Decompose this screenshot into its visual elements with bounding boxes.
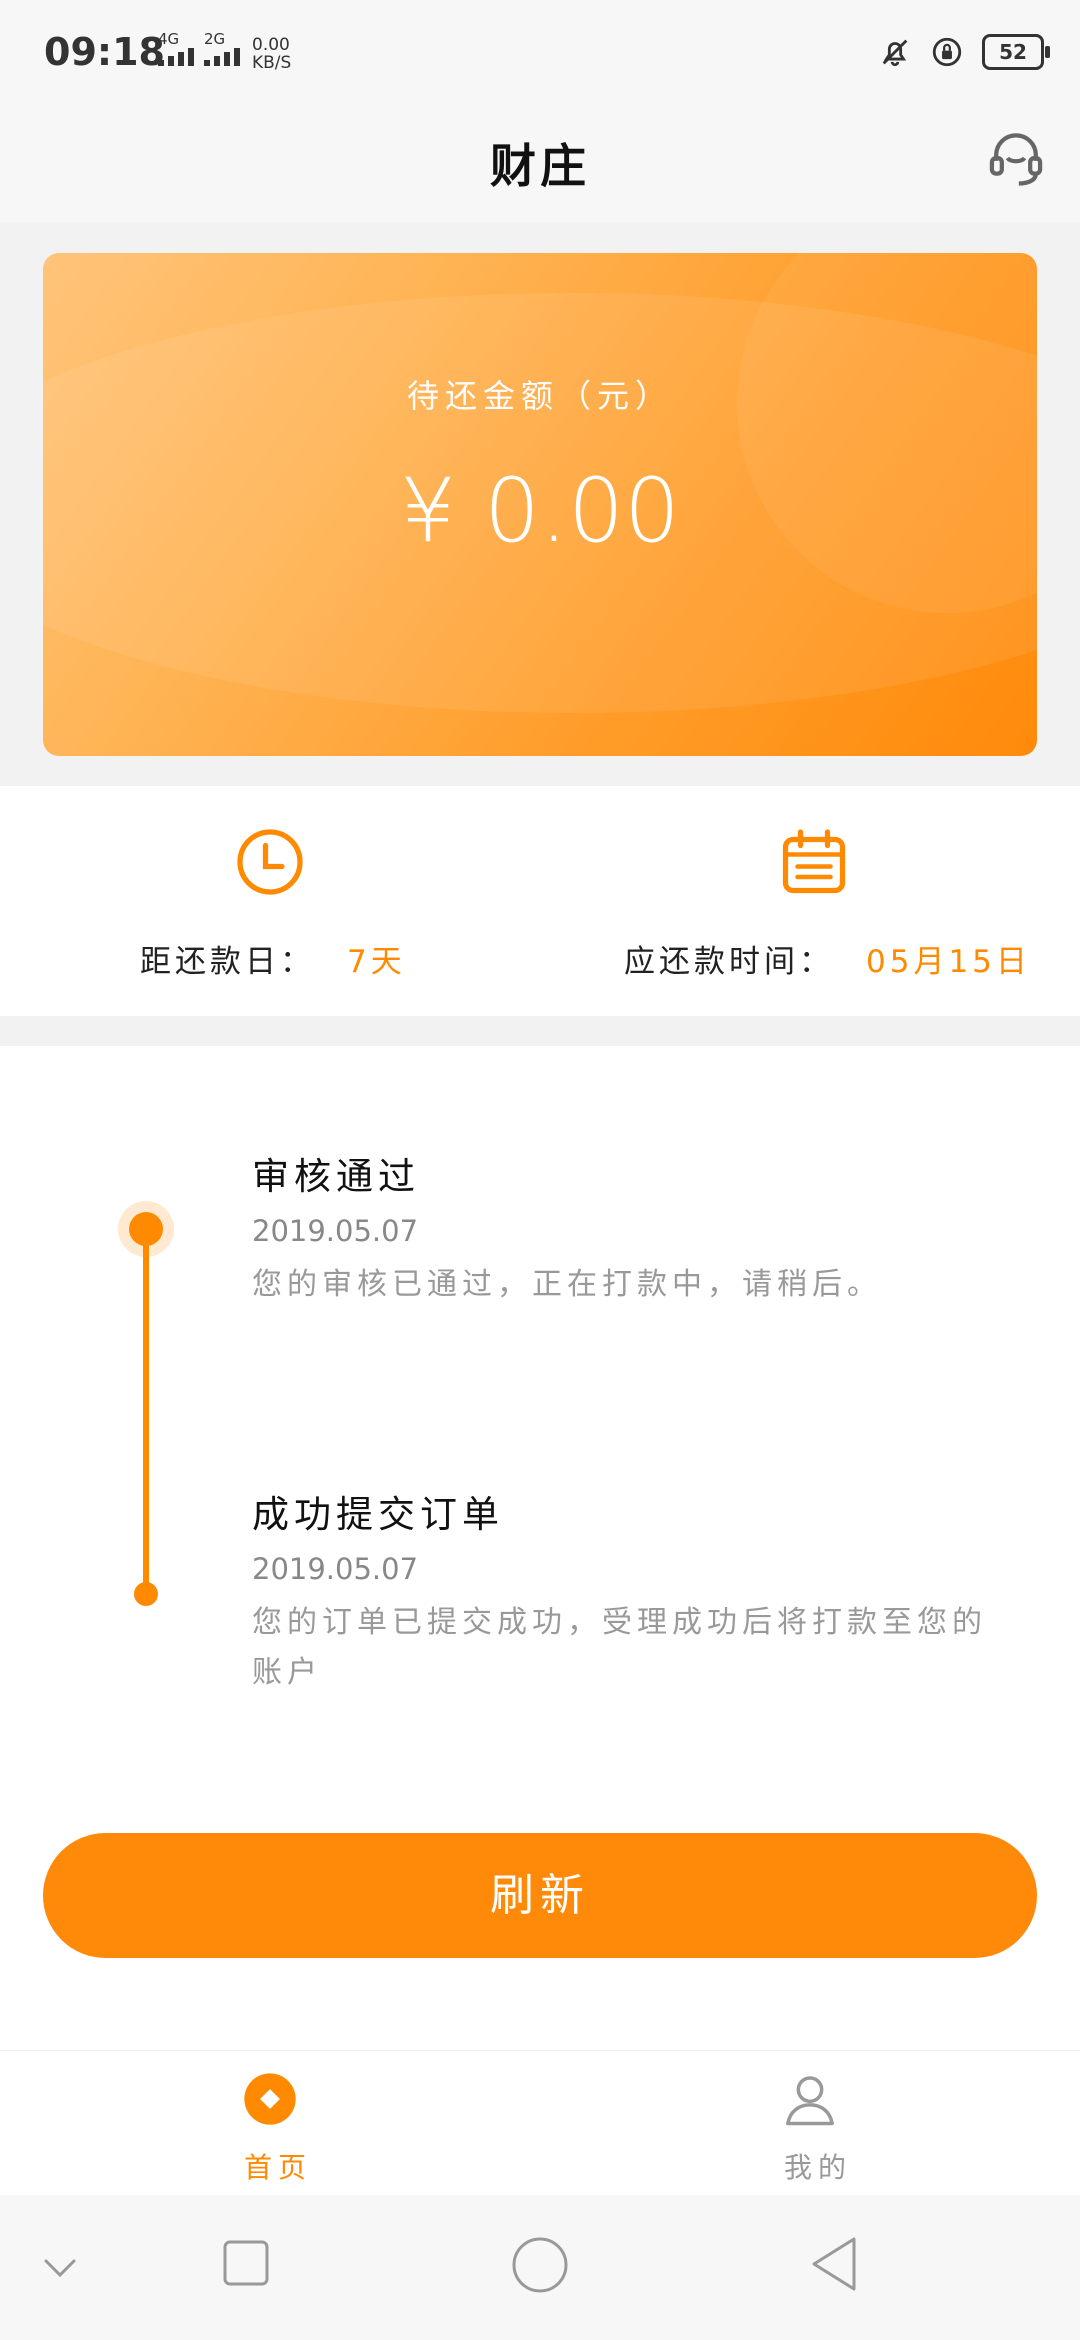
tab-home-label: 首页	[243, 2151, 312, 2184]
user-icon	[786, 2076, 834, 2126]
rotation-lock-icon	[932, 37, 962, 67]
network-type-1: 4G	[158, 30, 180, 48]
bottom-tab-bar: 首页 我的	[0, 2050, 1080, 2196]
days-value: 7天	[347, 944, 406, 980]
amount-card: 待还金额（元） ¥ 0.00	[43, 253, 1037, 756]
timeline-step-title: 成功提交订单	[252, 1493, 504, 1536]
status-time: 09:18	[44, 30, 165, 74]
network-type-2: 2G	[204, 30, 226, 48]
page-title: 财庄	[490, 139, 590, 193]
days-remaining: 距还款日： 7天	[0, 786, 540, 1016]
home-coin-icon	[244, 2073, 296, 2125]
chevron-down-icon[interactable]	[40, 2253, 80, 2283]
tab-mine[interactable]: 我的	[540, 2051, 1080, 2196]
timeline-line	[143, 1232, 149, 1592]
system-nav-bar	[0, 2195, 1080, 2340]
signal-icon	[158, 48, 194, 66]
timeline-step-date: 2019.05.07	[252, 1552, 419, 1586]
speed-value: 0.00	[252, 35, 290, 55]
home-nav-icon[interactable]	[510, 2235, 570, 2295]
amount-label: 待还金额（元）	[406, 377, 673, 415]
timeline-step-title: 审核通过	[252, 1155, 420, 1198]
timeline-step-desc: 您的订单已提交成功，受理成功后将打款至您的账户	[252, 1605, 987, 1690]
due-label: 应还款时间：	[624, 944, 834, 980]
calendar-icon	[782, 829, 846, 894]
due-date: 应还款时间： 05月15日	[540, 786, 1080, 1016]
speed-unit: KB/S	[252, 53, 292, 73]
title-bar: 财庄	[0, 110, 1080, 222]
repayment-info-panel: 距还款日： 7天 应还款时间： 05月15日	[0, 786, 1080, 1016]
timeline-step-desc: 您的审核已通过，正在打款中，请稍后。	[252, 1267, 882, 1302]
back-icon[interactable]	[808, 2235, 860, 2293]
amount-value: ¥ 0.00	[400, 459, 680, 562]
battery-icon: 52	[982, 34, 1050, 70]
status-bar: 09:18 4G 2G 0.00 KB/S 52	[0, 0, 1080, 110]
days-label: 距还款日：	[140, 944, 315, 980]
due-value: 05月15日	[866, 944, 1031, 980]
clock-icon	[237, 829, 303, 895]
mute-bell-icon	[882, 39, 908, 67]
headset-icon[interactable]	[982, 124, 1050, 192]
tab-home[interactable]: 首页	[0, 2051, 540, 2196]
timeline-step-date: 2019.05.07	[252, 1214, 419, 1248]
network-indicators: 4G 2G	[158, 30, 240, 66]
timeline-dot-current	[129, 1212, 163, 1246]
tab-mine-label: 我的	[783, 2151, 852, 2184]
recent-apps-icon[interactable]	[222, 2239, 270, 2287]
signal-icon	[204, 48, 240, 66]
refresh-button[interactable]: 刷新	[43, 1833, 1037, 1958]
timeline-dot	[134, 1582, 158, 1606]
network-speed: 0.00 KB/S	[252, 36, 291, 72]
